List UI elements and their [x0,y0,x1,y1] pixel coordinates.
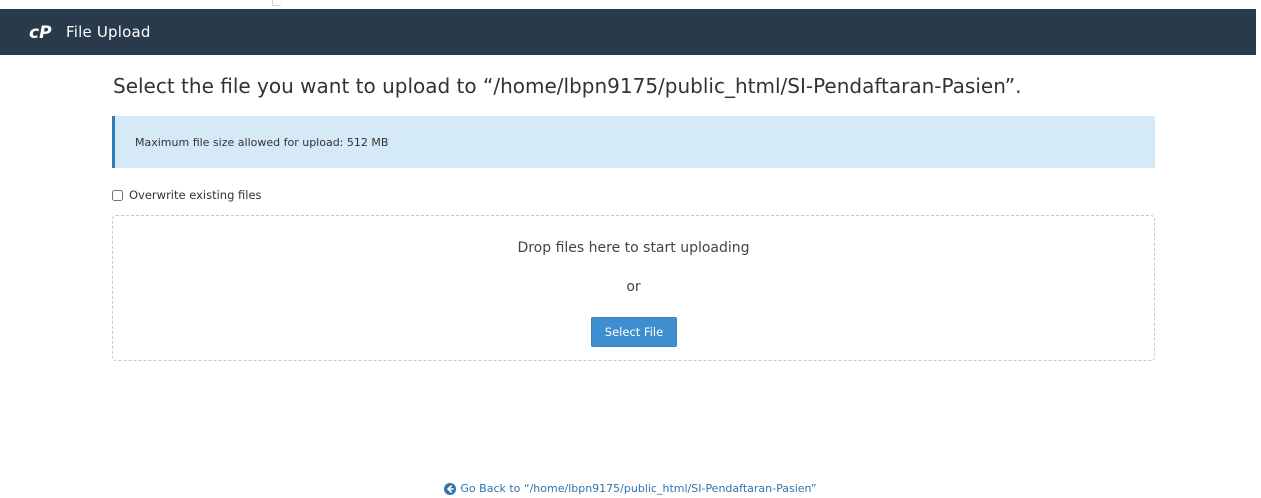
cpanel-logo-icon[interactable]: cP [29,22,57,42]
resize-mark [272,0,281,6]
page-title: Select the file you want to upload to “/… [113,74,1022,98]
select-file-button[interactable]: Select File [591,317,677,347]
arrow-circle-left-icon [444,482,457,495]
overwrite-option[interactable]: Overwrite existing files [112,188,262,202]
dropzone-or-text: or [626,279,641,295]
app-title: File Upload [66,23,151,41]
browser-top-strip [0,0,1261,9]
dropzone-instructions: Drop files here to start uploading [517,240,750,256]
max-size-info-text: Maximum file size allowed for upload: 51… [135,135,389,149]
go-back-link[interactable]: Go Back to “/home/lbpn9175/public_html/S… [0,482,1261,495]
max-size-info-box: Maximum file size allowed for upload: 51… [112,116,1155,168]
svg-text:cP: cP [29,23,52,42]
go-back-text: Go Back to “/home/lbpn9175/public_html/S… [460,482,817,495]
app-header: cP File Upload [0,9,1256,55]
overwrite-label: Overwrite existing files [129,188,262,202]
overwrite-checkbox[interactable] [112,189,123,201]
file-dropzone[interactable]: Drop files here to start uploading or Se… [112,215,1155,361]
